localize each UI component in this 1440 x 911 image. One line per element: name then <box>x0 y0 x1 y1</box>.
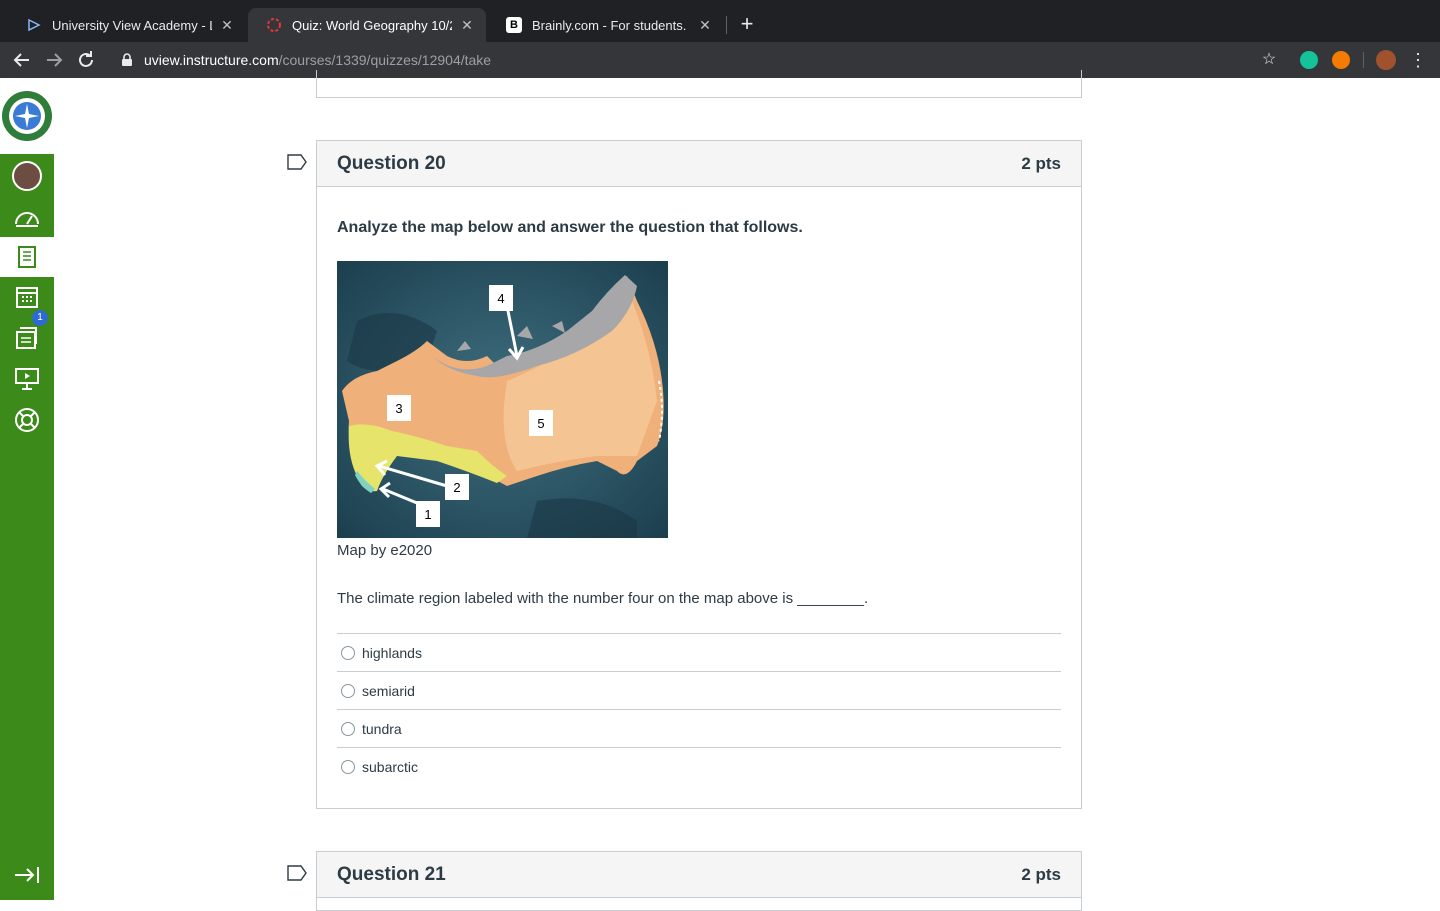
canvas-favicon-icon <box>26 17 42 33</box>
help-icon <box>15 408 39 432</box>
courses-icon <box>18 246 36 268</box>
tab-title: Quiz: World Geography 10/23 C <box>292 17 452 33</box>
nav-studio[interactable] <box>0 359 54 399</box>
map-label-3: 3 <box>395 401 402 416</box>
global-navigation: 1 <box>0 78 54 900</box>
tab-university-view[interactable]: University View Academy - Log ✕ <box>8 8 246 42</box>
collapse-nav-icon <box>15 867 39 883</box>
collapse-nav-button[interactable] <box>0 855 54 895</box>
flag-question-icon[interactable] <box>287 154 307 170</box>
question-header: Question 21 2 pts <box>317 852 1081 898</box>
map-label-2: 2 <box>453 480 460 495</box>
tab-divider <box>726 16 727 34</box>
answer-option[interactable]: tundra <box>337 710 1061 748</box>
close-tab-icon[interactable]: ✕ <box>218 17 236 34</box>
back-icon[interactable] <box>10 48 34 72</box>
reload-icon[interactable] <box>74 48 98 72</box>
tab-title: University View Academy - Log <box>52 17 212 33</box>
forward-icon[interactable] <box>42 48 66 72</box>
nav-account[interactable] <box>0 156 54 196</box>
question-points: 2 pts <box>1021 864 1061 884</box>
toolbar-divider <box>1363 52 1364 68</box>
url-text: uview.instructure.com/courses/1339/quizz… <box>144 52 492 68</box>
nav-courses[interactable] <box>0 237 54 277</box>
extension-icon[interactable] <box>1332 51 1350 69</box>
question-header: Question 20 2 pts <box>317 141 1081 187</box>
lock-icon <box>122 53 132 66</box>
dashboard-icon <box>15 212 39 227</box>
map-label-1: 1 <box>424 507 431 522</box>
tab-title: Brainly.com - For students. By <box>532 17 690 33</box>
answer-label: highlands <box>362 644 422 661</box>
inbox-icon <box>16 327 37 349</box>
nav-help[interactable] <box>0 400 54 440</box>
question-points: 2 pts <box>1021 153 1061 173</box>
answer-radio[interactable] <box>341 683 355 698</box>
map-label-5: 5 <box>537 416 544 431</box>
answer-option[interactable]: highlands <box>337 634 1061 672</box>
map-label-4: 4 <box>497 291 504 306</box>
answer-label: subarctic <box>362 759 419 775</box>
brainly-favicon-icon: B <box>506 17 522 33</box>
question-title: Question 20 <box>337 152 446 174</box>
answer-label: tundra <box>362 720 402 737</box>
nav-dashboard[interactable] <box>0 198 54 238</box>
close-tab-icon[interactable]: ✕ <box>458 17 476 34</box>
nav-calendar[interactable] <box>0 277 54 317</box>
answer-label: semiarid <box>362 682 415 699</box>
profile-avatar[interactable] <box>1376 50 1396 70</box>
nav-inbox[interactable]: 1 <box>0 310 54 358</box>
question-body: Analyze the map below and answer the que… <box>317 187 1081 786</box>
menu-kebab-icon[interactable]: ⋮ <box>1406 48 1430 72</box>
new-tab-icon[interactable]: + <box>736 12 758 36</box>
answer-radio[interactable] <box>341 760 355 774</box>
studio-icon <box>15 368 39 390</box>
tab-quiz[interactable]: Quiz: World Geography 10/23 C ✕ <box>248 8 486 42</box>
question-20: Question 20 2 pts Analyze the map below … <box>316 140 1082 809</box>
grammarly-extension-icon[interactable] <box>1300 51 1318 69</box>
close-tab-icon[interactable]: ✕ <box>696 17 714 34</box>
flag-question-icon[interactable] <box>287 865 307 881</box>
inbox-badge: 1 <box>32 310 48 326</box>
answer-option[interactable]: subarctic <box>337 748 1061 786</box>
answer-list: highlands semiarid tundra subarctic <box>337 633 1061 786</box>
tab-brainly[interactable]: B Brainly.com - For students. By ✕ <box>488 8 724 42</box>
avatar <box>12 161 42 191</box>
question-stem: The climate region labeled with the numb… <box>337 590 869 607</box>
answer-radio[interactable] <box>341 645 355 660</box>
previous-question-bottom <box>316 70 1082 98</box>
question-21: Question 21 2 pts <box>316 851 1082 911</box>
bookmark-star-icon[interactable]: ☆ <box>1257 48 1281 72</box>
question-instructions: Analyze the map below and answer the que… <box>337 219 803 236</box>
map-caption: Map by e2020 <box>337 542 433 559</box>
question-title: Question 21 <box>337 863 446 885</box>
browser-tab-strip: University View Academy - Log ✕ Quiz: Wo… <box>0 0 1440 42</box>
answer-radio[interactable] <box>341 721 355 736</box>
school-logo[interactable] <box>0 78 54 154</box>
answer-option[interactable]: semiarid <box>337 672 1061 710</box>
calendar-icon <box>16 287 38 308</box>
quiz-favicon-icon <box>266 17 282 33</box>
climate-map-image: 4 3 5 2 1 <box>337 261 668 538</box>
